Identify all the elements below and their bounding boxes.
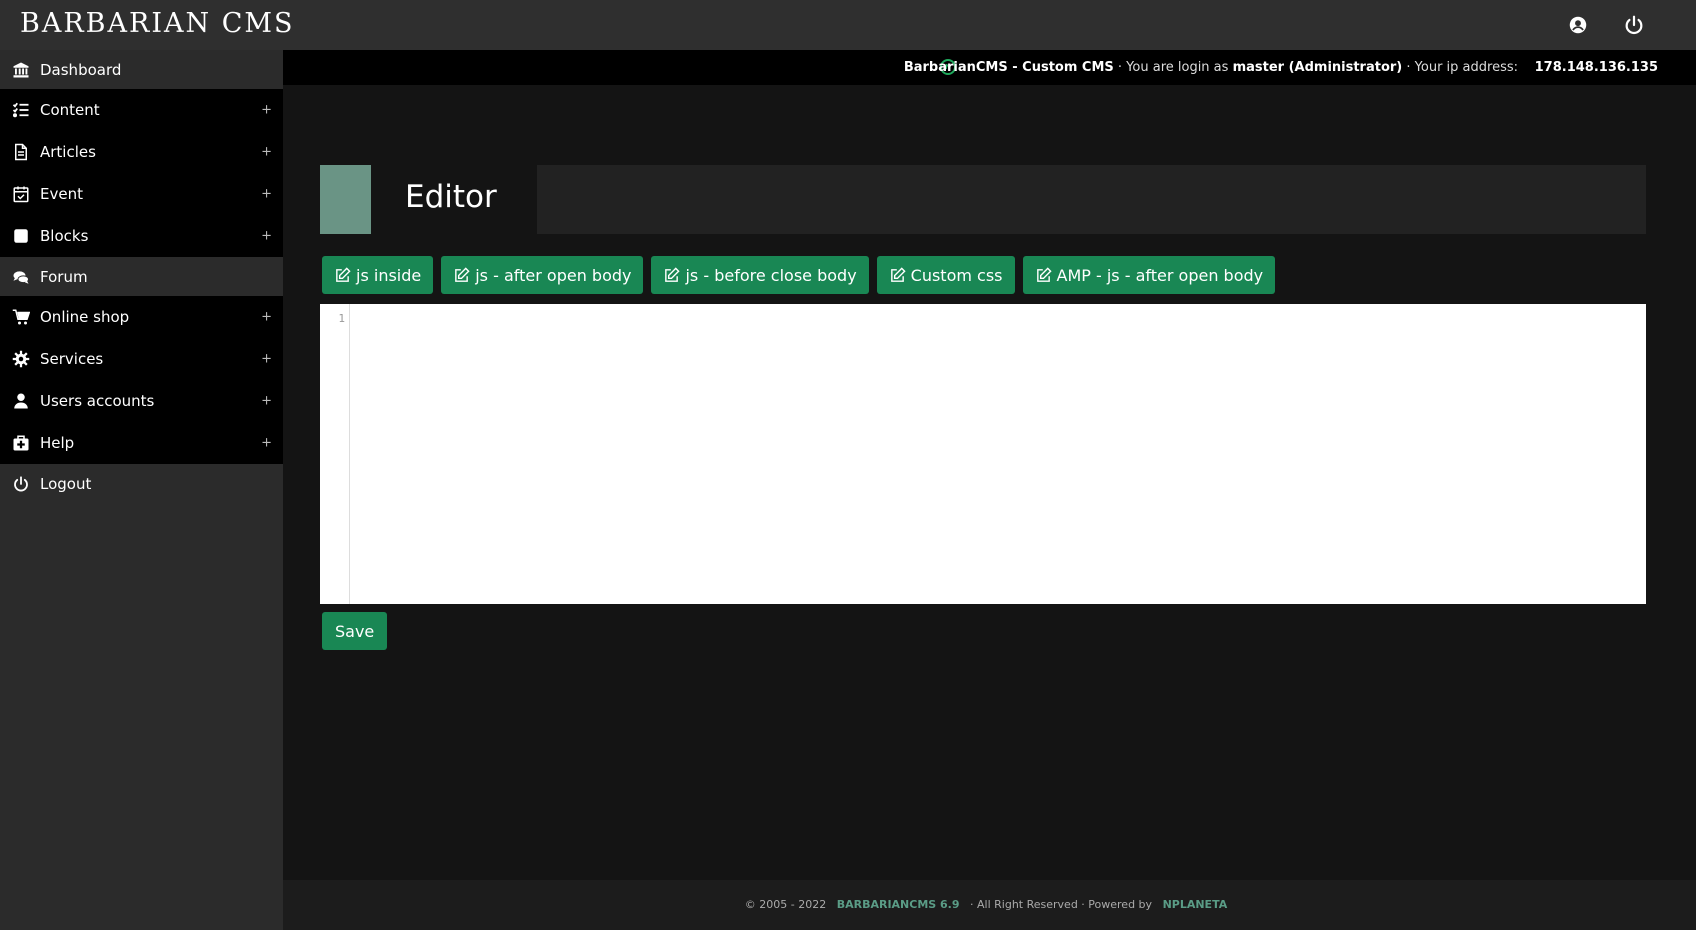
edit-icon [336,266,351,282]
sidebar-item-label: Online shop [40,308,130,326]
medkit-icon [12,434,30,452]
sidebar-item-services[interactable]: Services + [0,338,283,380]
title-bar [537,165,1646,234]
expand-plus-icon[interactable]: + [261,352,272,367]
tab-label: js inside [356,265,422,285]
app-name: BarbarianCMS - Custom CMS [903,60,1114,75]
expand-plus-icon[interactable]: + [261,145,272,160]
sidebar-item-online-shop[interactable]: Online shop + [0,296,283,338]
sidebar-item-dashboard[interactable]: Dashboard [0,50,283,89]
footer-text: © 2005 - 2022 BARBARIANCMS 6.9 · All Rig… [283,898,1696,911]
title-accent-block [320,165,371,234]
square-icon [12,227,30,245]
login-prefix: · You are login as [1117,60,1229,75]
tab-js-after-open-body[interactable]: js - after open body [441,256,644,294]
sidebar-item-help[interactable]: Help + [0,422,283,464]
product-link[interactable]: BARBARIANCMS 6.9 [837,898,960,911]
sidebar-item-label: Forum [40,267,88,286]
power-icon [12,475,30,493]
user-circle-icon[interactable] [1567,14,1589,36]
comments-icon [12,268,30,286]
edit-icon [1036,266,1052,282]
tab-label: AMP - js - after open body [1056,265,1264,285]
editor-tabs: js inside js - after open body js - befo… [322,256,1283,294]
sidebar-item-event[interactable]: Event + [0,173,283,215]
gear-icon [12,350,30,368]
sidebar-item-label: Articles [40,143,96,161]
login-info: BarbarianCMS - Custom CMS · You are logi… [904,60,1518,75]
line-gutter: 1 [320,304,350,604]
sidebar-item-label: Blocks [40,227,89,245]
sidebar-item-logout[interactable]: Logout [0,464,283,503]
info-bar: N BarbarianCMS - Custom CMS · You are lo… [283,50,1696,85]
footer-middle-text: · All Right Reserved · Powered by [970,898,1153,911]
tab-amp-js-after-open-body[interactable]: AMP - js - after open body [1022,256,1276,294]
edit-icon [890,266,906,282]
top-header: BARBARIAN CMS [0,0,1696,50]
edit-icon [455,266,470,282]
sidebar-item-content[interactable]: Content + [0,89,283,131]
sidebar-item-forum[interactable]: Forum [0,257,283,296]
list-check-icon [12,101,30,119]
tab-label: js - after open body [475,265,632,285]
line-number: 1 [338,312,345,325]
expand-plus-icon[interactable]: + [261,436,272,451]
sidebar-item-users-accounts[interactable]: Users accounts + [0,380,283,422]
page-title: Editor [405,179,497,215]
expand-plus-icon[interactable]: + [261,103,272,118]
ip-address: 178.148.136.135 [1534,60,1658,75]
cart-icon [12,308,30,326]
file-icon [12,143,30,161]
expand-plus-icon[interactable]: + [261,187,272,202]
sidebar-item-label: Dashboard [40,60,122,79]
expand-plus-icon[interactable]: + [261,310,272,325]
save-button[interactable]: Save [322,612,388,650]
current-user: master (Administrator) [1232,60,1403,75]
tab-label: js - before close body [685,265,857,285]
sidebar-item-articles[interactable]: Articles + [0,131,283,173]
sidebar-item-label: Event [40,185,83,203]
sidebar-item-label: Help [40,434,75,452]
sidebar-item-label: Logout [40,474,92,493]
sidebar-item-label: Content [40,101,100,119]
user-icon [12,392,30,410]
code-editor: 1 [320,304,1646,604]
calendar-check-icon [12,185,30,203]
power-icon[interactable] [1623,14,1645,36]
sidebar-item-label: Users accounts [40,392,155,410]
vendor-link[interactable]: NPLANETA [1163,898,1228,911]
expand-plus-icon[interactable]: + [261,229,272,244]
sidebar-item-blocks[interactable]: Blocks + [0,215,283,257]
tab-js-inside[interactable]: js inside [322,256,434,294]
bank-icon [12,61,30,79]
ip-prefix: · Your ip address: [1406,60,1518,75]
sidebar-item-label: Services [40,350,104,368]
tab-label: Custom css [910,265,1003,285]
edit-icon [665,266,681,282]
tab-custom-css[interactable]: Custom css [876,256,1015,294]
code-input[interactable] [351,304,1646,604]
sidebar: Dashboard Content + Articles + Event + B… [0,50,283,930]
tab-js-before-close-body[interactable]: js - before close body [651,256,869,294]
brand-logo[interactable]: BARBARIAN CMS [20,8,295,39]
expand-plus-icon[interactable]: + [261,394,272,409]
copyright: © 2005 - 2022 [744,898,827,911]
footer: © 2005 - 2022 BARBARIANCMS 6.9 · All Rig… [283,880,1696,930]
